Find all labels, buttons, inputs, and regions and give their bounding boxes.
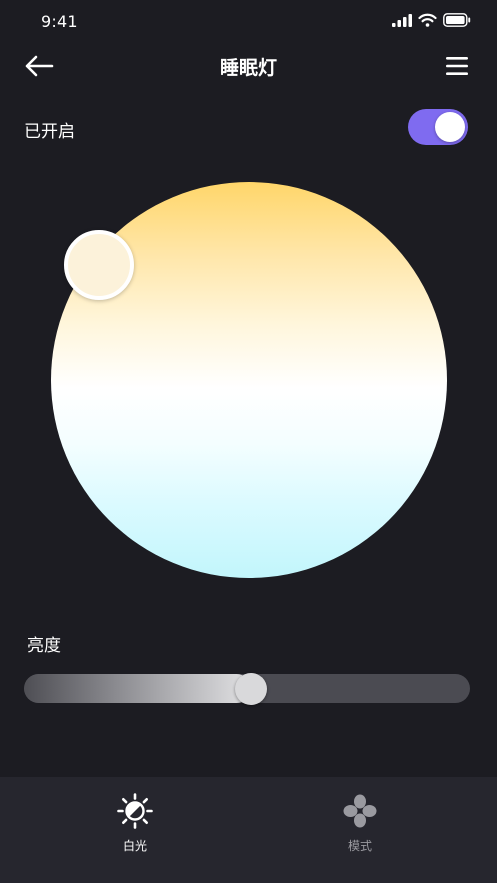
battery-icon (443, 13, 471, 27)
color-picker-handle[interactable] (64, 230, 134, 300)
tab-mode-label: 模式 (347, 839, 372, 853)
hamburger-menu-icon (446, 57, 468, 75)
status-bar: 9:41 (0, 0, 497, 44)
tab-white-light-icon-wrap (115, 791, 155, 831)
brightness-slider-thumb[interactable] (235, 673, 268, 705)
status-time: 9:41 (41, 12, 78, 31)
menu-button[interactable] (443, 52, 471, 80)
sun-icon (117, 793, 153, 829)
power-toggle[interactable] (408, 109, 468, 145)
brightness-label: 亮度 (27, 636, 61, 656)
power-status-label: 已开启 (24, 122, 75, 142)
brightness-slider-fill (24, 674, 252, 703)
four-petal-icon (343, 794, 377, 828)
power-row: 已开启 (0, 108, 497, 148)
wifi-icon (418, 13, 437, 27)
tab-white-light[interactable]: 白光 (90, 791, 180, 861)
tab-white-light-label: 白光 (122, 839, 147, 853)
tab-mode[interactable]: 模式 (315, 791, 405, 861)
cellular-signal-icon (392, 13, 412, 27)
status-icons (392, 13, 471, 27)
tab-bar: 白光 模式 (0, 777, 497, 883)
tab-mode-icon-wrap (340, 791, 380, 831)
nav-bar: 睡眠灯 (0, 44, 497, 88)
toggle-knob (435, 112, 465, 142)
page-title: 睡眠灯 (219, 57, 277, 79)
